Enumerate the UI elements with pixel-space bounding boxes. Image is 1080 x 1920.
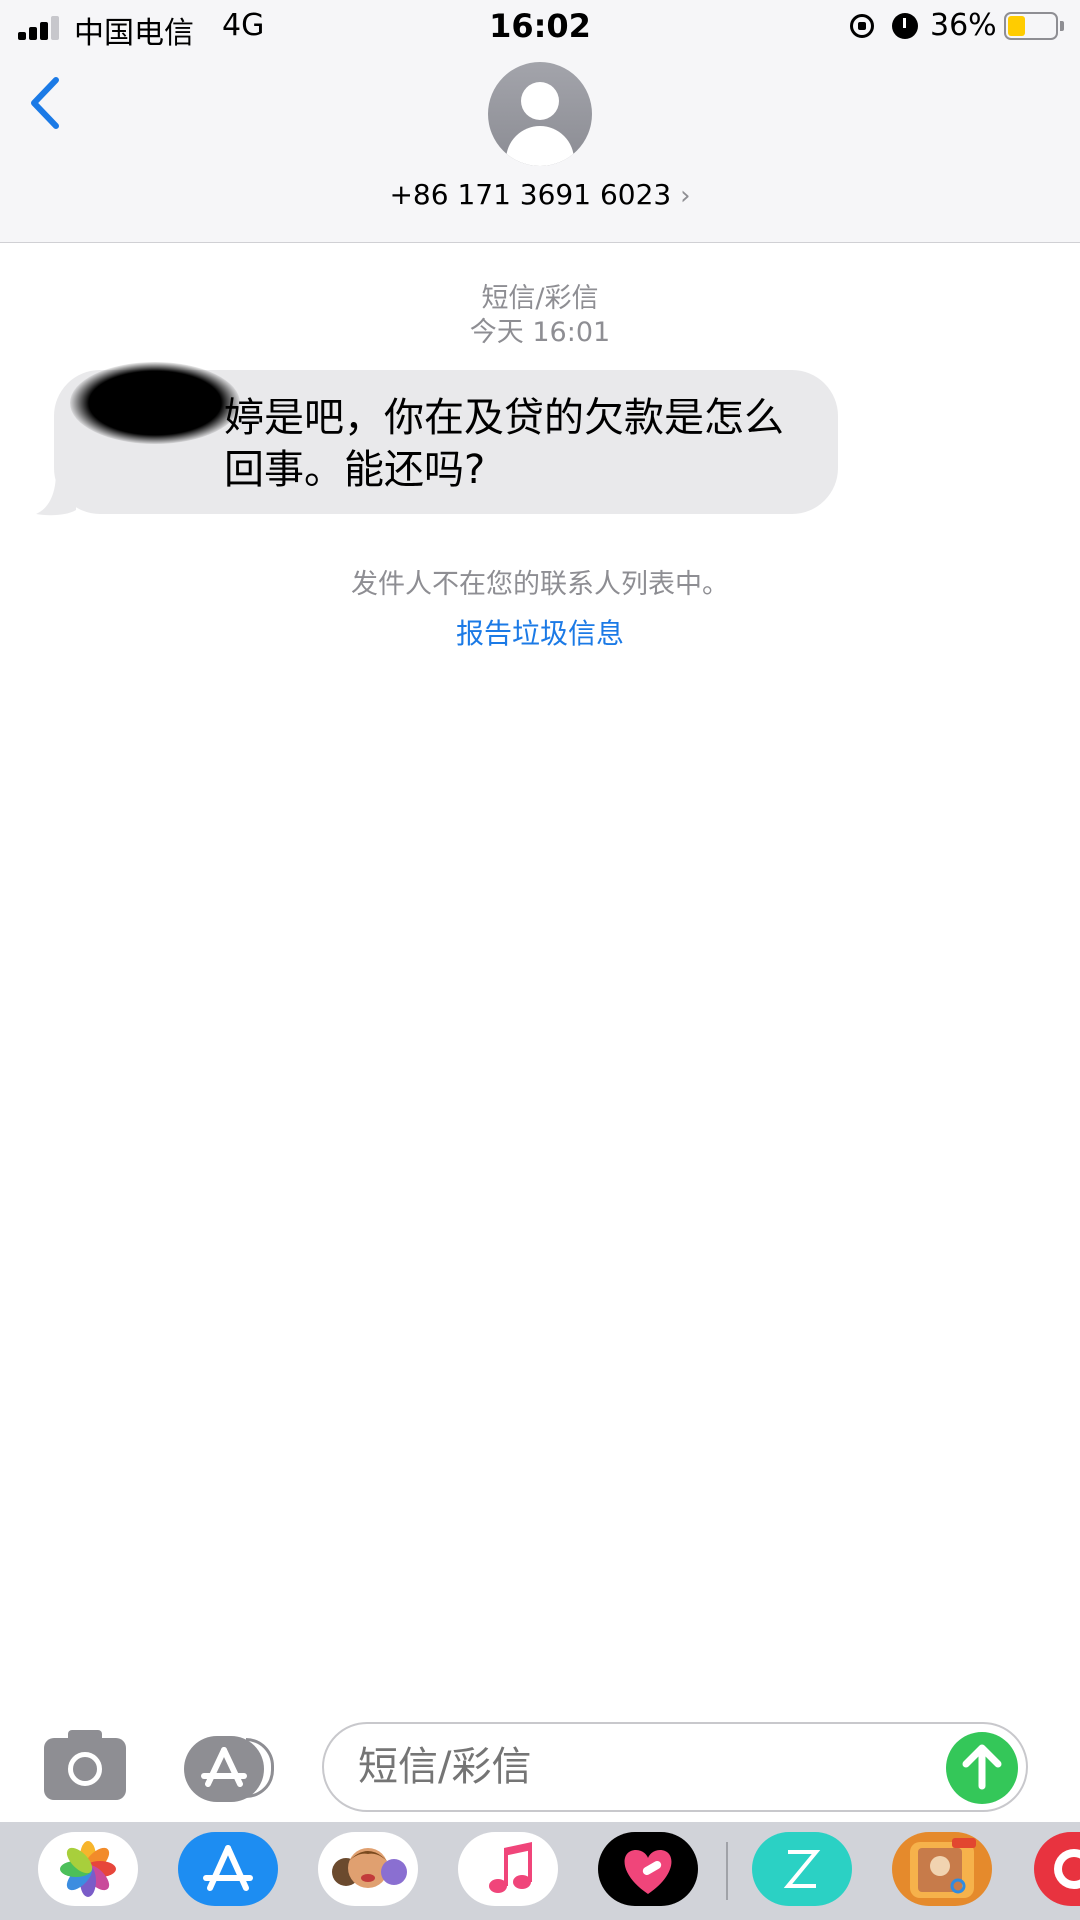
message-input-field[interactable] [322,1722,1028,1812]
app-store-glyph-icon [203,1845,253,1891]
app-store-app-icon[interactable] [178,1832,278,1906]
photos-app-icon[interactable] [38,1832,138,1906]
message-timestamp: 今天 16:01 [469,317,611,348]
contact-avatar[interactable] [488,62,592,166]
avatar-head [521,82,559,120]
z-letter-icon [783,1850,821,1888]
battery-level [1008,16,1025,36]
avatar-body [506,126,574,166]
alarm-icon [892,13,918,39]
camera-button[interactable] [44,1730,126,1800]
music-note-icon [489,1842,532,1893]
back-button[interactable] [22,68,82,138]
report-junk-link[interactable]: 报告垃圾信息 [0,612,1080,652]
dock-divider [726,1842,728,1900]
unknown-sender-notice: 发件人不在您的联系人列表中。 [351,569,729,600]
photos-flower-icon [60,1841,116,1897]
battery-percent: 36% [930,8,997,43]
heart-icon [624,1850,672,1894]
memoji-app-icon[interactable] [318,1832,418,1906]
apps-button-edge [246,1738,274,1798]
rotation-lock-icon [850,14,874,38]
app-drawer [0,1822,1080,1920]
arrow-up-icon [962,1744,1002,1790]
chevron-right-icon: › [680,181,691,211]
memoji-face-icon [332,1848,407,1888]
message-input[interactable] [358,1744,918,1790]
battery-tip [1060,21,1064,31]
status-time: 16:02 [489,7,591,45]
photo-editor-pro-app-icon[interactable] [892,1832,992,1906]
contact-name-button[interactable]: +86 171 3691 6023 › [0,178,1080,211]
music-app-icon[interactable] [458,1832,558,1906]
status-bar: 中国电信 4G 16:02 36% [0,0,1080,54]
z-app-icon[interactable] [752,1832,852,1906]
send-button[interactable] [946,1732,1018,1804]
chevron-left-icon [31,77,59,129]
contact-number: +86 171 3691 6023 [389,178,672,211]
redacted-name-scribble [70,362,240,444]
red-app-icon[interactable] [1034,1832,1080,1906]
red-app-glyph-icon [1054,1849,1080,1889]
digital-touch-app-icon[interactable] [598,1832,698,1906]
photo-editor-icon [910,1838,976,1898]
conversation-header: 中国电信 4G 16:02 36% +86 171 3691 6023 › [0,0,1080,243]
battery-icon [1004,12,1058,40]
